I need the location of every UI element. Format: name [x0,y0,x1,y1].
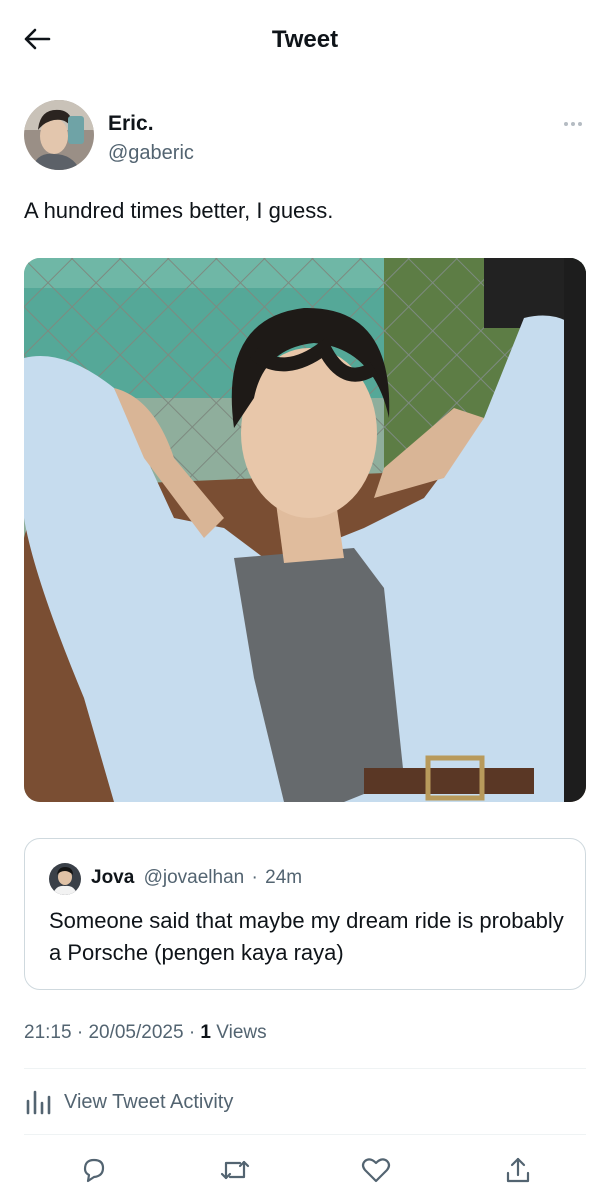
tweet-time: 21:15 [24,1022,72,1043]
tweet-photo[interactable] [24,258,586,802]
meta-separator: · [188,1022,196,1043]
top-bar: Tweet [0,0,610,80]
retweet-icon [220,1160,250,1180]
like-button[interactable] [354,1148,398,1192]
quote-avatar [49,863,81,895]
activity-label: View Tweet Activity [64,1090,234,1113]
action-bar [24,1148,586,1192]
author-name[interactable]: Eric. [108,112,154,136]
tweet-date: 20/05/2025 [88,1022,184,1043]
quote-author-name: Jova [91,867,135,888]
bar-chart-icon [26,1090,51,1115]
quoted-tweet[interactable]: Jova @jovaelhan · 24m Someone said that … [24,838,586,990]
quote-text: Someone said that maybe my dream ride is… [49,908,564,965]
divider [24,1134,586,1135]
share-icon [506,1157,530,1183]
views-count: 1 [200,1022,211,1043]
quote-time: 24m [265,867,303,888]
tweet-author: Eric. @gaberic [24,100,586,174]
avatar[interactable] [24,100,94,170]
quote-meta: Jova @jovaelhan · 24m [91,867,302,889]
reply-icon [83,1158,105,1183]
meta-separator: · [76,1022,84,1043]
retweet-button[interactable] [213,1148,257,1192]
more-options-button[interactable] [560,114,586,134]
tweet-meta: 21:15 · 20/05/2025 · 1 Views [24,1022,267,1044]
more-dots-icon [564,122,568,126]
tweet-text: A hundred times better, I guess. [24,198,334,223]
views-label: Views [216,1022,267,1043]
author-handle[interactable]: @gaberic [108,142,194,165]
view-tweet-activity-button[interactable]: View Tweet Activity [24,1082,233,1122]
divider [24,1068,586,1069]
quote-separator: · [251,867,258,888]
share-button[interactable] [496,1148,540,1192]
quote-author-handle: @jovaelhan [143,867,245,888]
page-title: Tweet [271,26,339,53]
reply-button[interactable] [72,1148,116,1192]
like-icon [361,1158,391,1183]
